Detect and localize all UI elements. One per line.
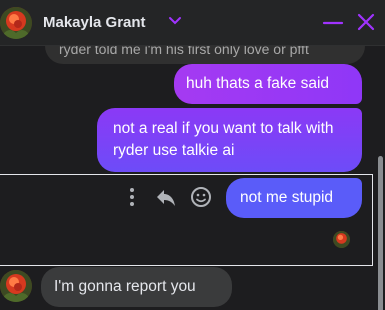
message-bubble-outgoing[interactable]: not me stupid [226,178,362,218]
message-bubble-incoming[interactable]: I'm gonna report you [41,267,232,307]
scrollbar-thumb[interactable] [378,156,383,310]
minimize-icon[interactable] [322,12,344,34]
message-bubble-outgoing[interactable]: not a real if you want to talk with ryde… [97,108,362,172]
contact-name[interactable]: Makayla Grant [43,14,146,31]
contact-avatar[interactable] [0,270,32,302]
more-vertical-icon[interactable] [120,185,144,209]
chat-header: Makayla Grant [0,0,385,46]
reply-icon[interactable] [154,185,178,209]
smiley-icon[interactable] [189,185,213,209]
scrollbar[interactable] [376,46,385,310]
read-receipt-avatar [333,231,350,248]
chevron-down-icon[interactable] [168,14,182,28]
close-icon[interactable] [354,10,378,34]
message-bubble-outgoing[interactable]: huh thats a fake said [174,64,362,104]
contact-avatar[interactable] [0,7,32,39]
